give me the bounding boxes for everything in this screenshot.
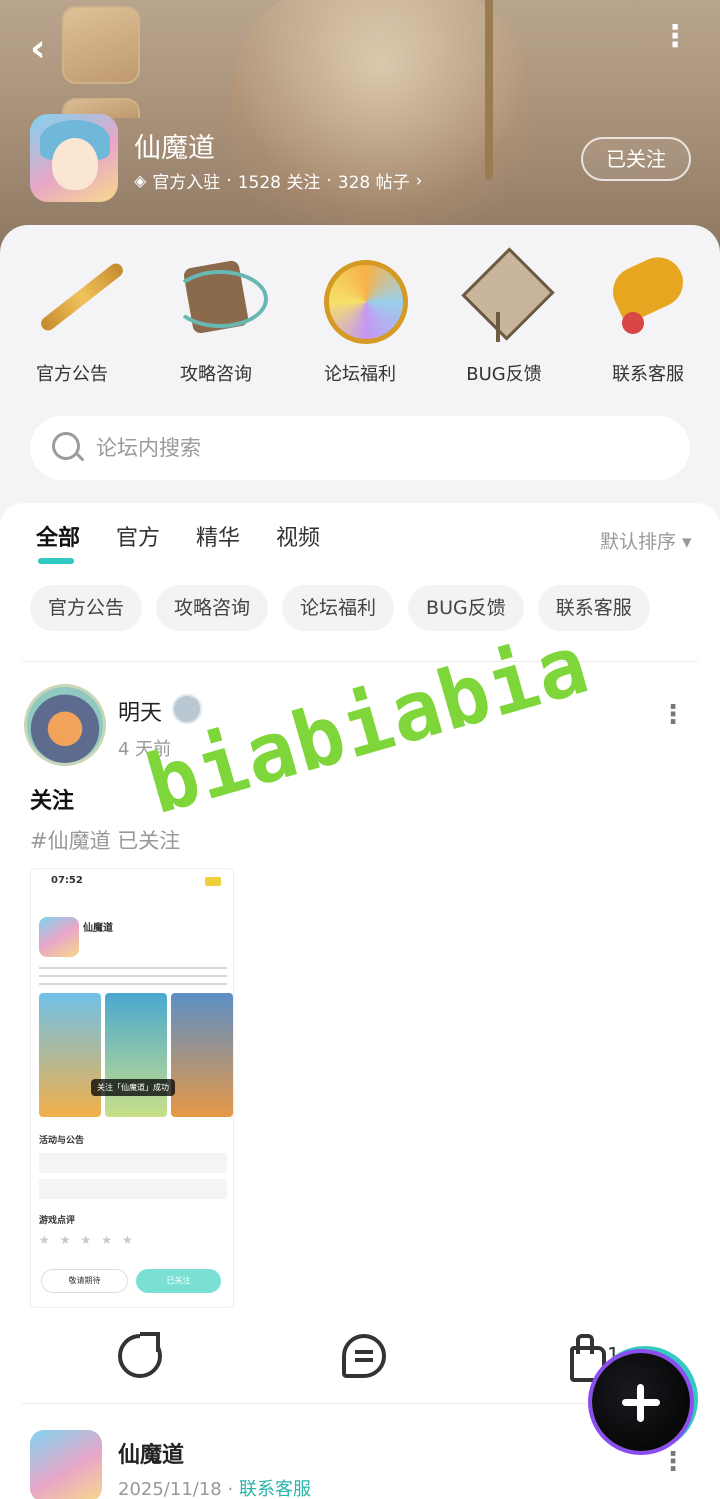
header-thumbnail bbox=[62, 6, 140, 84]
chip-guide[interactable]: 攻略咨询 bbox=[156, 585, 269, 631]
meta-separator: · bbox=[326, 170, 332, 191]
post-more-button[interactable]: ⋮ bbox=[660, 702, 686, 740]
quick-item-label: BUG反馈 bbox=[466, 364, 542, 385]
image-banner bbox=[39, 993, 101, 1117]
avatar[interactable] bbox=[30, 1430, 102, 1499]
more-button[interactable]: ⋮ bbox=[660, 22, 690, 70]
quick-item-service[interactable]: 联系客服 bbox=[576, 250, 720, 386]
user-level-badge-icon bbox=[172, 694, 202, 724]
tab-video[interactable]: 视频 bbox=[276, 520, 320, 560]
post-username[interactable]: 仙魔道 bbox=[118, 1437, 184, 1469]
image-app-name: 仙魔道 bbox=[83, 923, 113, 934]
image-description-lines bbox=[39, 967, 227, 987]
forum-name: 仙魔道 bbox=[134, 133, 215, 164]
post-count: 328 帖子 bbox=[337, 173, 410, 193]
quick-item-guide[interactable]: 攻略咨询 bbox=[144, 250, 288, 386]
image-app-icon bbox=[39, 917, 79, 957]
kite-bug-icon bbox=[456, 250, 552, 346]
comment-icon[interactable] bbox=[342, 1334, 386, 1378]
forum-meta[interactable]: ◈ 官方入驻 · 1528 关注 · 328 帖子 › bbox=[134, 168, 423, 194]
flute-announcement-icon bbox=[24, 250, 120, 346]
meta-separator: · bbox=[226, 170, 232, 191]
image-banners bbox=[39, 993, 233, 1117]
icon-face bbox=[52, 138, 98, 190]
post-more-button[interactable]: ⋮ bbox=[660, 1449, 686, 1487]
chip-welfare[interactable]: 论坛福利 bbox=[282, 585, 395, 631]
tab-featured[interactable]: 精华 bbox=[196, 520, 240, 560]
follow-count: 1528 关注 bbox=[237, 173, 321, 193]
image-button: 敬请期待 bbox=[41, 1269, 128, 1293]
image-buttons: 敬请期待 已关注 bbox=[41, 1269, 221, 1293]
like-icon[interactable] bbox=[560, 1334, 606, 1382]
more-icon: ⋮ bbox=[660, 19, 690, 54]
quick-menu: 官方公告 攻略咨询 论坛福利 BUG反馈 联系客服 bbox=[0, 250, 720, 386]
official-badge: 官方入驻 bbox=[152, 173, 221, 193]
quick-item-label: 联系客服 bbox=[612, 364, 684, 385]
back-button[interactable]: ‹ bbox=[30, 28, 70, 68]
back-icon: ‹ bbox=[30, 26, 46, 70]
ruyi-service-icon bbox=[600, 250, 696, 346]
tab-official[interactable]: 官方 bbox=[116, 520, 160, 560]
image-status-time: 07:52 bbox=[51, 875, 83, 886]
chip-announcement[interactable]: 官方公告 bbox=[30, 585, 143, 631]
post-date: 2025/11/18 bbox=[118, 1479, 222, 1499]
share-icon[interactable] bbox=[118, 1332, 162, 1378]
image-toast: 关注「仙魔道」成功 bbox=[91, 1079, 175, 1096]
search-bar[interactable] bbox=[30, 416, 690, 480]
image-section-title: 游戏点评 bbox=[39, 1216, 76, 1226]
follow-button[interactable]: 已关注 bbox=[581, 137, 691, 181]
post-image[interactable]: 07:52 仙魔道 关注「仙魔道」成功 活动与公告 游戏点评 ★★★★★ 敬请期… bbox=[30, 868, 234, 1308]
post-topic-tag[interactable]: #仙魔道 已关注 bbox=[30, 825, 180, 855]
image-banner bbox=[171, 993, 233, 1117]
tab-all[interactable]: 全部 bbox=[36, 520, 80, 564]
quick-item-welfare[interactable]: 论坛福利 bbox=[288, 250, 432, 386]
header-character-art bbox=[230, 0, 530, 260]
meta-separator: · bbox=[227, 1479, 234, 1499]
scroll-guide-icon bbox=[168, 250, 268, 346]
post-category-link[interactable]: 联系客服 bbox=[239, 1479, 311, 1499]
post-title[interactable]: 关注 bbox=[30, 783, 74, 815]
image-banner bbox=[105, 993, 167, 1117]
quick-item-bug[interactable]: BUG反馈 bbox=[432, 250, 576, 386]
quick-item-label: 攻略咨询 bbox=[180, 364, 252, 385]
diamond-icon: ◈ bbox=[134, 171, 147, 190]
feed-tabs: 全部 官方 精华 视频 bbox=[36, 520, 320, 564]
chevron-right-icon: › bbox=[415, 170, 423, 191]
quick-item-announcement[interactable]: 官方公告 bbox=[0, 250, 144, 386]
search-input[interactable] bbox=[96, 436, 656, 460]
image-stars: ★★★★★ bbox=[39, 1233, 143, 1247]
post-username[interactable]: 明天 bbox=[118, 695, 162, 727]
sort-dropdown[interactable]: 默认排序 ▾ bbox=[600, 527, 692, 554]
search-icon bbox=[50, 430, 86, 466]
avatar[interactable] bbox=[24, 684, 106, 766]
chip-bug[interactable]: BUG反馈 bbox=[408, 585, 524, 631]
divider bbox=[22, 661, 698, 662]
image-section-title: 活动与公告 bbox=[39, 1136, 85, 1146]
gem-welfare-icon bbox=[312, 250, 408, 346]
quick-item-label: 官方公告 bbox=[36, 364, 108, 385]
forum-app-icon bbox=[30, 114, 118, 202]
image-row bbox=[39, 1153, 227, 1173]
battery-icon bbox=[205, 877, 221, 886]
image-button: 已关注 bbox=[136, 1269, 221, 1293]
quick-item-label: 论坛福利 bbox=[324, 364, 396, 385]
staff-art bbox=[485, 0, 493, 180]
post-meta: 2025/11/18 · 联系客服 bbox=[118, 1475, 311, 1499]
create-post-button[interactable] bbox=[592, 1353, 690, 1451]
image-row bbox=[39, 1179, 227, 1199]
